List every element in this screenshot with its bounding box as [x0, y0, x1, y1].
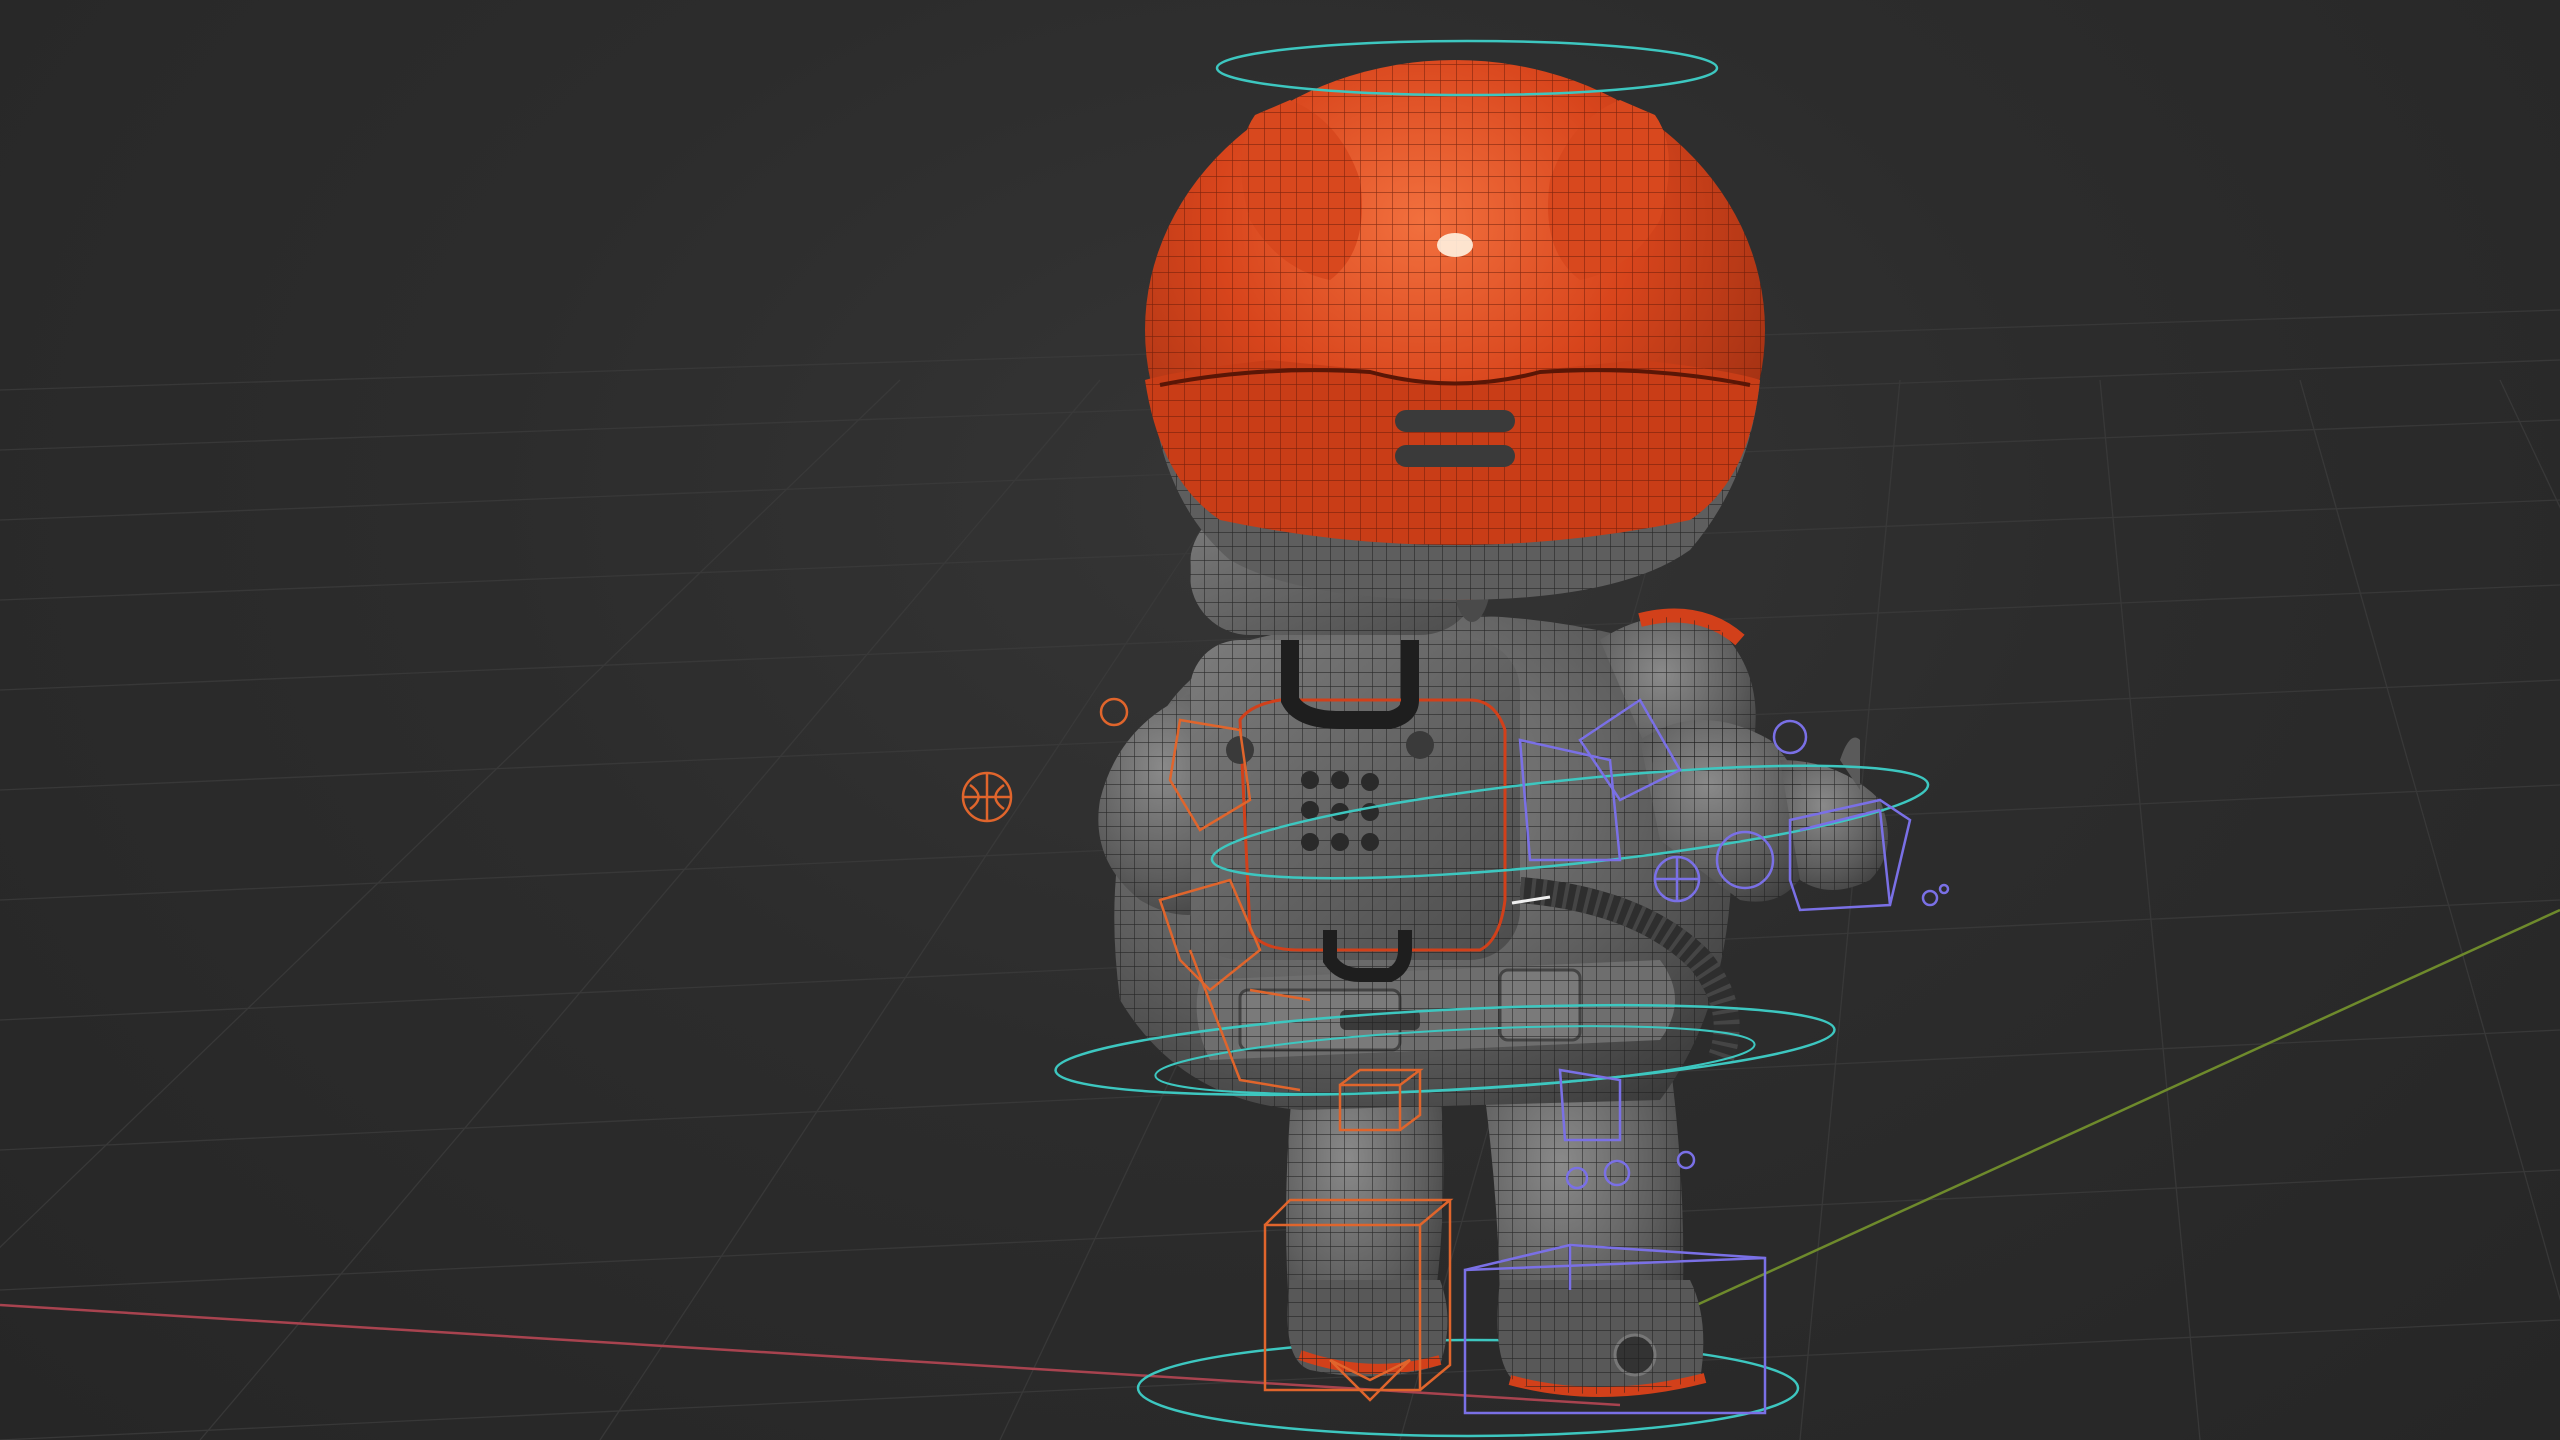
- helmet: [1145, 60, 1765, 600]
- 3d-viewport[interactable]: [0, 0, 2560, 1440]
- y-axis-line: [1619, 908, 2560, 1342]
- legs: [1286, 1060, 1707, 1398]
